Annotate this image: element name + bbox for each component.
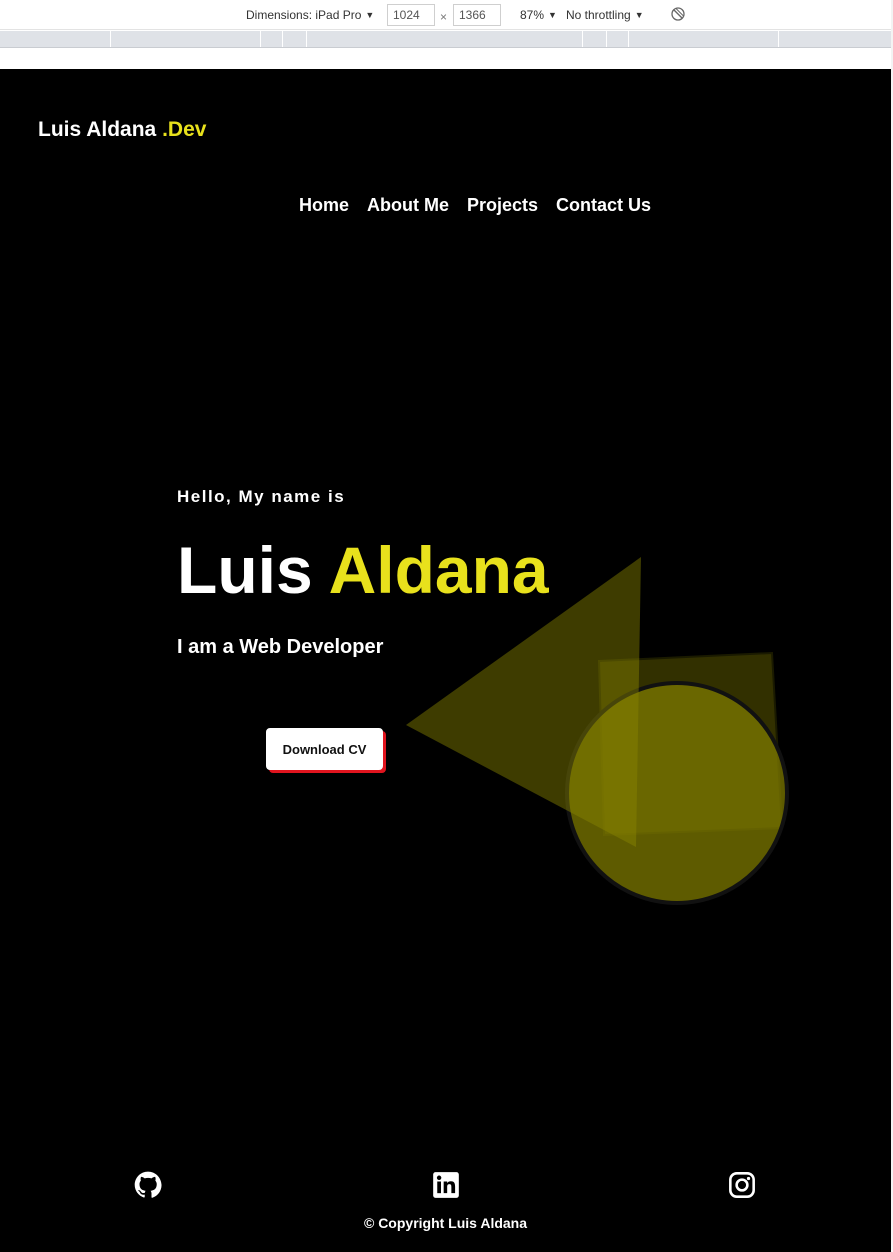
social-links [0, 1171, 891, 1201]
instagram-icon [729, 1172, 755, 1198]
main-nav: Home About Me Projects Contact Us [299, 195, 651, 216]
page-viewport: Luis Aldana .Dev Home About Me Projects … [0, 69, 891, 1252]
hero-greeting: Hello, My name is [177, 487, 346, 506]
device-select[interactable]: Dimensions: iPad Pro ▼ [246, 7, 374, 23]
throttling-label: No throttling [566, 8, 631, 22]
download-cv-button[interactable]: Download CV [266, 728, 383, 770]
linkedin-icon [433, 1172, 459, 1198]
github-icon [134, 1171, 162, 1198]
site-logo[interactable]: Luis Aldana .Dev [38, 118, 206, 142]
hero-role: I am a Web Developer [177, 636, 384, 658]
linkedin-link[interactable] [432, 1171, 460, 1199]
hero-first-name: Luis [177, 533, 329, 607]
zoom-label: 87% [520, 8, 545, 22]
height-input[interactable]: 1366 [453, 4, 501, 26]
chevron-down-icon: ▼ [634, 10, 644, 20]
github-link[interactable] [134, 1171, 162, 1199]
hero-last-name: Aldana [328, 533, 549, 607]
nav-about-me[interactable]: About Me [367, 195, 449, 216]
chevron-down-icon: ▼ [365, 10, 375, 20]
chevron-down-icon: ▼ [548, 10, 557, 20]
throttling-select[interactable]: No throttling ▼ [566, 7, 644, 23]
instagram-link[interactable] [728, 1171, 756, 1199]
width-input[interactable]: 1024 [387, 4, 435, 26]
nav-home[interactable]: Home [299, 195, 349, 216]
logo-accent: .Dev [162, 118, 207, 141]
media-query-ruler[interactable] [0, 31, 893, 48]
nav-contact-us[interactable]: Contact Us [556, 195, 651, 216]
dimension-times-sign: × [440, 10, 448, 24]
zoom-select[interactable]: 87% ▼ [520, 7, 557, 23]
hero-name: Luis Aldana [177, 530, 549, 610]
viewport-gap [0, 48, 893, 69]
copyright-text: © Copyright Luis Aldana [363, 1215, 528, 1231]
nav-projects[interactable]: Projects [467, 195, 538, 216]
logo-name: Luis Aldana [38, 118, 163, 141]
rotate-button[interactable] [670, 6, 686, 26]
rotate-icon [671, 7, 685, 21]
devtools-device-toolbar: Dimensions: iPad Pro ▼ 1024 × 1366 87% ▼ N… [0, 0, 893, 30]
device-select-label: Dimensions: iPad Pro [246, 8, 362, 22]
